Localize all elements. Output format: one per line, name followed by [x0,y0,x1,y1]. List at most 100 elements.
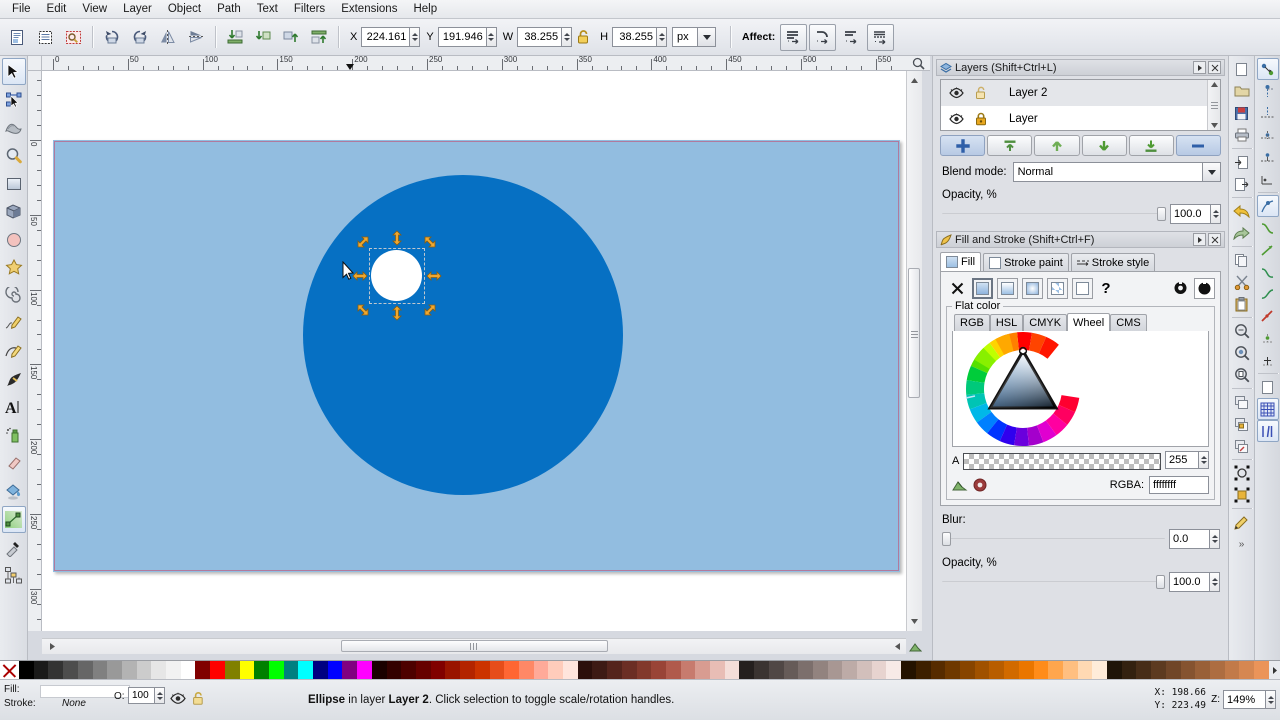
palette-scroll-left[interactable] [1269,661,1280,680]
ruler-corner[interactable] [28,56,42,71]
object-opacity-stepper[interactable] [1169,572,1220,592]
palette-swatch[interactable] [371,661,387,680]
scroll-down-arrow[interactable] [907,614,921,628]
pattern-icon[interactable] [1047,277,1068,299]
flip-horizontal-icon[interactable] [155,24,181,50]
print-icon[interactable] [1231,124,1253,146]
unit-value[interactable]: px [672,27,699,47]
palette-swatch[interactable] [445,661,461,680]
scale-handle-ne[interactable] [422,234,438,250]
flip-vertical-icon[interactable] [183,24,209,50]
no-color-swatch[interactable] [0,661,19,680]
blend-mode-dropdown-arrow[interactable] [1203,162,1221,182]
scale-handle-e[interactable] [426,268,442,284]
move-gradients-icon[interactable] [838,24,865,51]
status-layer-lock-icon[interactable] [192,691,205,706]
snap-bbox-edge-mid-icon[interactable] [1257,146,1279,168]
drawing-canvas[interactable] [42,71,906,631]
palette-swatch[interactable] [1092,661,1108,680]
palette-swatch[interactable] [107,661,122,680]
even-odd-fill-icon[interactable] [1170,278,1190,299]
tab-hsl[interactable]: HSL [989,314,1024,331]
new-document-icon[interactable] [1231,58,1253,80]
palette-swatch[interactable] [254,661,269,680]
clone-icon[interactable] [1231,413,1253,435]
palette-swatch[interactable] [1151,661,1166,680]
palette-swatch[interactable] [342,661,358,680]
no-paint-icon[interactable] [946,282,968,295]
scale-handle-nw[interactable] [355,234,371,250]
horizontal-ruler[interactable]: 0 50 100 150 200 250 300 350 400 450 500 550 [42,56,906,71]
palette-swatch[interactable] [415,661,431,680]
scale-stroke-width-icon[interactable] [780,23,808,51]
palette-swatch[interactable] [224,661,240,680]
palette-swatch[interactable] [915,661,931,680]
layer-opacity-slider[interactable] [942,207,1166,221]
palette-swatch[interactable] [974,661,990,680]
palette-swatch[interactable] [857,661,872,680]
vertical-ruler[interactable]: 0 50 100 150 200 250 300 [28,71,42,631]
unlink-clone-icon[interactable] [1231,435,1253,457]
snap-bbox-center-icon[interactable] [1257,168,1279,190]
menu-file[interactable]: File [4,0,39,19]
palette-swatch[interactable] [1209,661,1225,680]
zoom-input[interactable] [1223,690,1265,709]
palette-swatch[interactable] [960,661,975,680]
palette-swatch[interactable] [607,661,622,680]
tab-cmyk[interactable]: CMYK [1023,314,1068,331]
scale-rounded-corners-icon[interactable] [809,23,837,51]
palette-swatch[interactable] [210,661,225,680]
palette-swatch[interactable] [1121,661,1137,680]
snap-bbox-corner-icon[interactable] [1257,124,1279,146]
palette-swatch[interactable] [989,661,1005,680]
palette-swatch[interactable] [19,661,34,680]
duplicate-icon[interactable] [1231,391,1253,413]
snap-object-center-icon[interactable] [1257,327,1279,349]
palette-swatch[interactable] [1239,661,1255,680]
edit-paths-icon[interactable] [1231,511,1253,533]
paint-bucket-tool[interactable] [2,478,26,505]
palette-swatch[interactable] [1062,661,1078,680]
menu-edit[interactable]: Edit [39,0,75,19]
zoom-control[interactable]: Z: [1211,690,1276,709]
tab-wheel[interactable]: Wheel [1067,313,1111,331]
palette-swatch[interactable] [930,661,946,680]
scroll-left-arrow[interactable] [45,639,59,653]
alpha-slider[interactable] [963,452,1161,470]
blend-mode-select[interactable]: Normal [1012,162,1203,182]
scale-handle-se[interactable] [422,302,438,318]
alpha-stepper[interactable] [1165,451,1209,471]
snap-smooth-node-icon[interactable] [1257,283,1279,305]
nonzero-fill-icon[interactable] [1194,277,1215,299]
snap-guide-icon[interactable] [1256,420,1279,442]
tab-cms[interactable]: CMS [1110,314,1147,331]
snap-bbox-edge-icon[interactable] [1257,102,1279,124]
scale-handle-sw[interactable] [355,302,371,318]
snap-path-intersection-icon[interactable] [1257,239,1279,261]
palette-swatch[interactable] [195,661,211,680]
tab-rgb[interactable]: RGB [954,314,990,331]
color-managed-view-icon[interactable] [908,640,922,654]
palette-swatch[interactable] [1180,661,1196,680]
status-layer-visibility-icon[interactable] [170,692,186,705]
document-properties-icon[interactable] [60,24,86,50]
palette-swatch[interactable] [180,661,196,680]
palette-swatch[interactable] [710,661,725,680]
selector-tool[interactable] [1,58,26,85]
palette-swatch[interactable] [313,661,328,680]
palette-swatch[interactable] [533,661,549,680]
palette-swatch[interactable] [460,661,475,680]
tab-fill[interactable]: Fill [940,252,982,271]
palette-swatch[interactable] [548,661,564,680]
tab-stroke-style[interactable]: Stroke style [1070,253,1156,271]
object-properties-icon[interactable] [4,24,30,50]
undock-icon[interactable] [1193,233,1206,246]
palette-swatch[interactable] [1107,661,1122,680]
palette-swatch[interactable] [121,661,137,680]
snap-rotation-center-icon[interactable] [1257,349,1279,371]
xml-editor-icon[interactable] [32,24,58,50]
palette-swatch[interactable] [1048,661,1063,680]
palette-swatch[interactable] [886,661,902,680]
zoom-page-icon[interactable] [1231,364,1253,386]
menu-extensions[interactable]: Extensions [333,0,405,19]
